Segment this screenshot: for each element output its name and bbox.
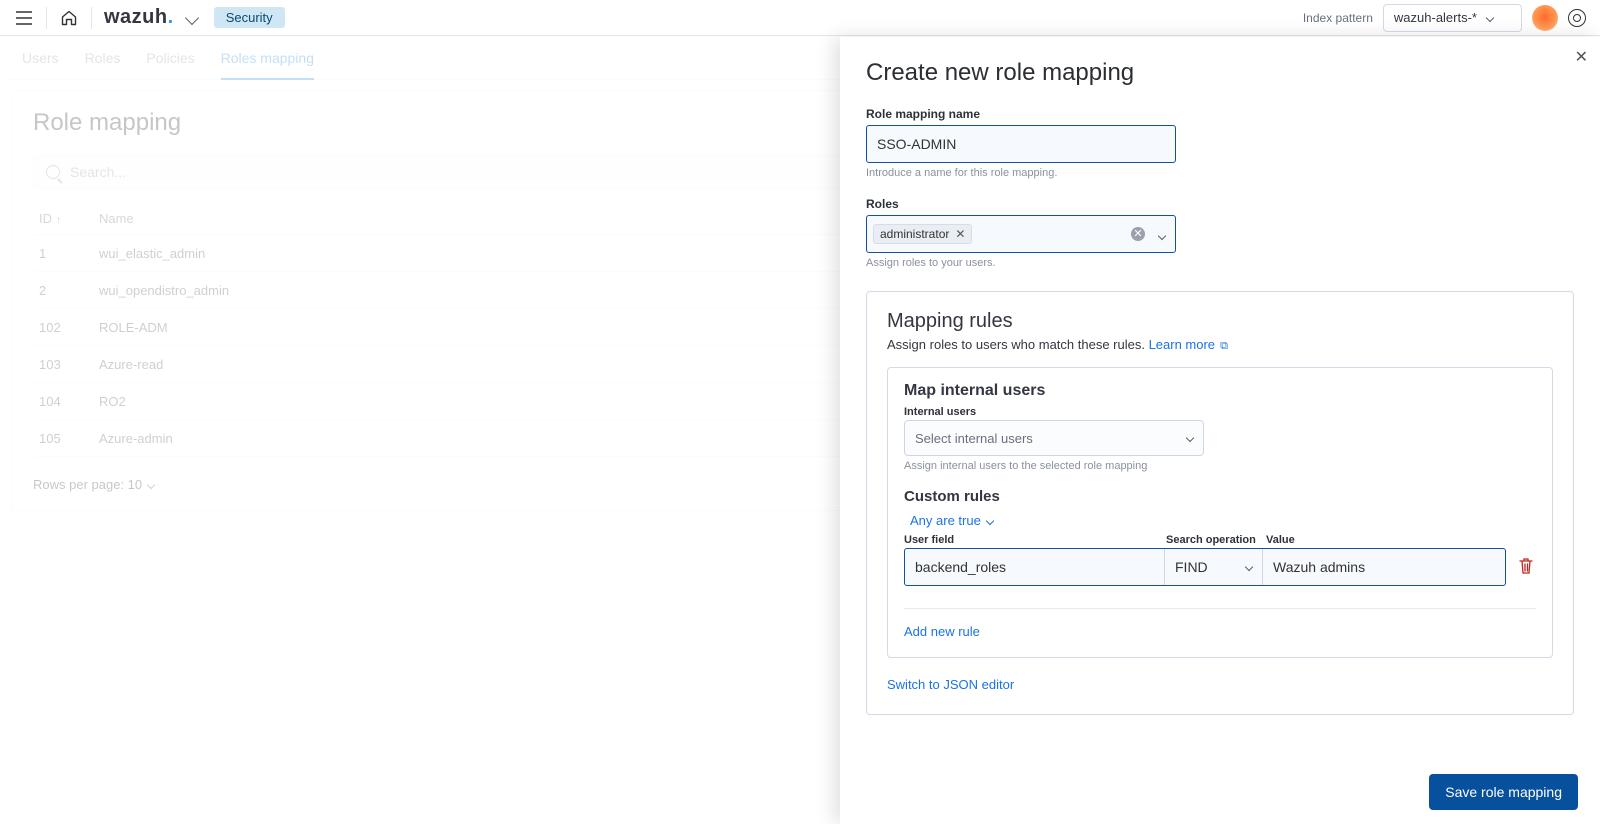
roles-label: Roles: [866, 197, 1574, 211]
tab-roles[interactable]: Roles: [85, 50, 121, 79]
learn-more-link[interactable]: Learn more ⧉: [1149, 337, 1228, 352]
cell-name: RO2: [93, 383, 847, 420]
mapping-rules-sub: Assign roles to users who match these ru…: [887, 337, 1149, 352]
cell-name: ROLE-ADM: [93, 309, 847, 346]
home-icon[interactable]: [53, 2, 85, 34]
chevron-down-icon: [147, 480, 155, 488]
switch-json-link[interactable]: Switch to JSON editor: [887, 677, 1014, 692]
mapping-rules-title: Mapping rules: [887, 310, 1553, 333]
name-help: Introduce a name for this role mapping.: [866, 167, 1574, 179]
value-input[interactable]: [1273, 549, 1495, 585]
cell-id: 2: [33, 272, 93, 309]
avatar[interactable]: [1532, 5, 1558, 31]
chevron-down-icon: [986, 516, 994, 524]
chevron-down-icon[interactable]: [1151, 226, 1169, 242]
internal-users-select[interactable]: Select internal users: [904, 420, 1204, 456]
tab-roles-mapping[interactable]: Roles mapping: [221, 50, 314, 80]
create-role-mapping-flyout: ✕ Create new role mapping Role mapping n…: [840, 37, 1600, 824]
rule-mode-toggle[interactable]: Any are true: [910, 513, 1536, 528]
rule-columns-header: User field Search operation Value: [904, 534, 1536, 546]
cell-id: 104: [33, 383, 93, 420]
roles-combobox[interactable]: administrator ✕ ✕: [866, 215, 1176, 253]
user-field-input[interactable]: [915, 549, 1154, 585]
chevron-down-icon: [1245, 563, 1253, 571]
map-internal-title: Map internal users: [904, 382, 1536, 400]
top-navbar: wazuh. Security Index pattern wazuh-aler…: [0, 0, 1600, 36]
cell-id: 103: [33, 346, 93, 383]
index-pattern-select[interactable]: wazuh-alerts-*: [1383, 4, 1522, 32]
flyout-title: Create new role mapping: [866, 59, 1574, 87]
chevron-down-icon[interactable]: [182, 2, 202, 34]
rules-inner-panel: Map internal users Internal users Select…: [887, 367, 1553, 658]
mapping-rules-panel: Mapping rules Assign roles to users who …: [866, 291, 1574, 715]
clear-all-icon[interactable]: ✕: [1131, 227, 1145, 241]
role-mapping-name-input[interactable]: [866, 125, 1176, 163]
col-id[interactable]: ID↑: [33, 203, 93, 235]
search-op-select[interactable]: FIND: [1165, 549, 1263, 585]
trash-icon[interactable]: [1518, 557, 1536, 575]
custom-rule-row: FIND: [904, 548, 1506, 586]
value-label: Value: [1266, 534, 1536, 546]
cell-id: 1: [33, 235, 93, 272]
name-label: Role mapping name: [866, 107, 1574, 121]
breadcrumb[interactable]: Security: [214, 7, 285, 28]
cell-name: Azure-admin: [93, 420, 847, 457]
cell-name: Azure-read: [93, 346, 847, 383]
search-op-label: Search operation: [1166, 534, 1266, 546]
chevron-down-icon: [1186, 434, 1194, 442]
search-icon: [46, 165, 60, 179]
roles-help: Assign roles to your users.: [866, 257, 1574, 269]
col-name[interactable]: Name: [93, 203, 847, 235]
tab-users[interactable]: Users: [22, 50, 59, 79]
remove-pill-icon[interactable]: ✕: [955, 227, 965, 241]
custom-rules-title: Custom rules: [904, 488, 1536, 505]
save-role-mapping-button[interactable]: Save role mapping: [1429, 774, 1578, 810]
cell-id: 102: [33, 309, 93, 346]
chevron-down-icon: [1486, 13, 1494, 21]
help-icon[interactable]: [1568, 9, 1586, 27]
internal-users-label: Internal users: [904, 406, 1536, 418]
role-pill-administrator: administrator ✕: [873, 224, 972, 244]
cell-name: wui_elastic_admin: [93, 235, 847, 272]
internal-users-help: Assign internal users to the selected ro…: [904, 460, 1536, 472]
cell-name: wui_opendistro_admin: [93, 272, 847, 309]
user-field-label: User field: [904, 534, 1166, 546]
external-link-icon: ⧉: [1217, 340, 1228, 352]
close-icon[interactable]: ✕: [1575, 47, 1588, 67]
tab-policies[interactable]: Policies: [146, 50, 194, 79]
cell-id: 105: [33, 420, 93, 457]
add-new-rule-link[interactable]: Add new rule: [904, 624, 980, 639]
brand-logo: wazuh.: [104, 6, 174, 29]
hamburger-menu-icon[interactable]: [8, 2, 40, 34]
index-pattern-label: Index pattern: [1303, 11, 1373, 25]
